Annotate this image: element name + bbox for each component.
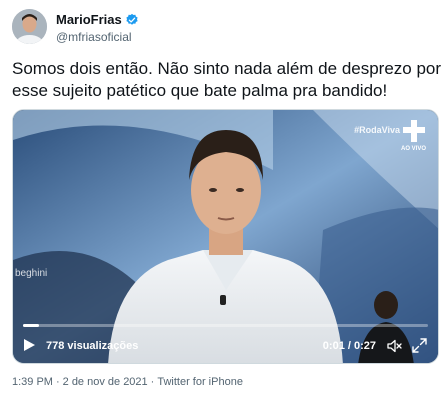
video-hashtag: #RodaViva <box>354 125 400 135</box>
tweet-metadata: 1:39 PM · 2 de nov de 2021 · Twitter for… <box>12 376 246 388</box>
video-progress-fill <box>23 324 40 327</box>
view-count: 778 visualizações <box>46 340 139 352</box>
video-controls: 778 visualizações 0:01 / 0:27 <box>13 329 438 363</box>
author-avatar[interactable] <box>12 9 47 44</box>
meta-separator: · <box>55 376 60 388</box>
tweet-source[interactable]: Twitter for iPhone <box>157 376 243 388</box>
video-player[interactable]: #RodaViva AO VIVO beghini 778 visualizaç… <box>12 109 439 364</box>
video-progress-bar[interactable] <box>23 324 428 327</box>
fullscreen-icon[interactable] <box>412 338 427 353</box>
verified-badge-icon <box>126 13 138 25</box>
play-icon[interactable] <box>22 338 36 352</box>
tweet-text: Somos dois então. Não sinto nada além de… <box>12 59 442 100</box>
video-time: 0:01 / 0:27 <box>322 340 376 352</box>
author-display-name[interactable]: MarioFrias <box>56 12 122 27</box>
live-label: AO VIVO <box>400 146 426 152</box>
tweet-date[interactable]: 2 de nov de 2021 <box>63 376 148 388</box>
tweet-card: MarioFrias @mfriasoficial Somos dois ent… <box>0 0 447 400</box>
meta-separator: · <box>150 376 155 388</box>
tv-channel-logo-icon <box>403 120 425 144</box>
author-handle[interactable]: @mfriasoficial <box>56 30 139 44</box>
tweet-time[interactable]: 1:39 PM <box>12 376 53 388</box>
speaker-muted-icon[interactable] <box>386 338 402 354</box>
lower-third-name: beghini <box>15 268 48 279</box>
author-block: MarioFrias @mfriasoficial <box>56 11 139 44</box>
